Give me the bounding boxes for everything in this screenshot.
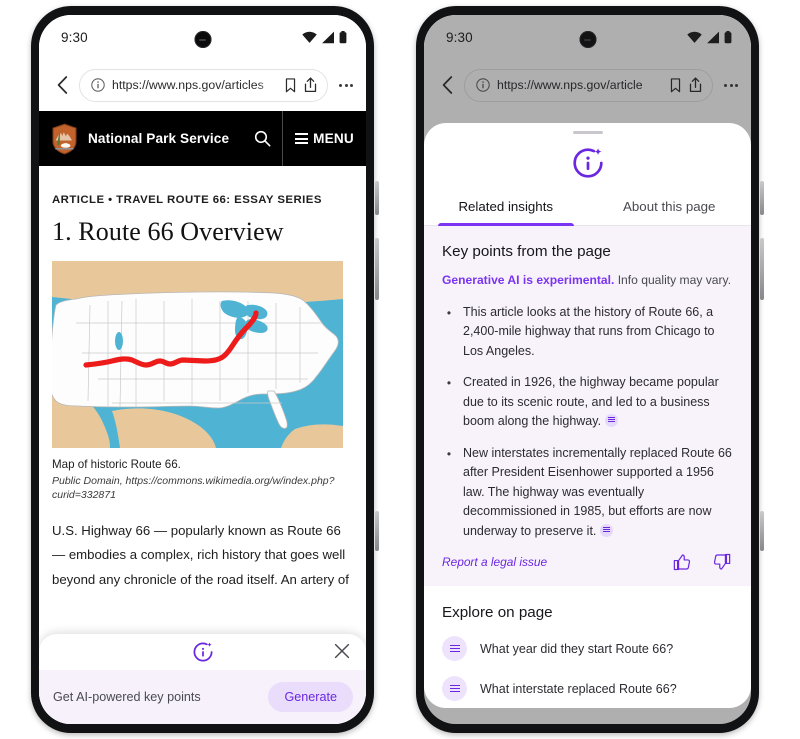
search-icon[interactable] [242, 130, 282, 147]
status-bar-left: 9:30 [39, 15, 366, 59]
nps-menu-label: MENU [313, 131, 354, 146]
explore-item-1[interactable]: What year did they start Route 66? [442, 636, 733, 662]
thumb-down-icon[interactable] [713, 553, 731, 571]
key-point-text: New interstates incrementally replaced R… [463, 445, 732, 538]
hamburger-icon [295, 133, 309, 144]
route-66-map-image [52, 261, 343, 448]
key-points-footer: Report a legal issue [442, 553, 733, 571]
screenshot-stage: 9:30 https://www.nps.gov/articles Nation… [0, 0, 800, 739]
status-clock: 9:30 [61, 29, 88, 45]
nps-arrowhead-logo [52, 123, 77, 154]
phone-right-button-power[interactable] [760, 238, 764, 300]
address-bar-url: https://www.nps.gov/articles [112, 78, 264, 92]
page-title: 1. Route 66 Overview [52, 217, 284, 246]
ai-insights-bottom-sheet: Related insights About this page Key poi… [424, 123, 751, 708]
sheet-scroll-area[interactable]: Key points from the page Generative AI i… [424, 226, 751, 708]
promo-label: Get AI-powered key points [53, 690, 201, 704]
feedback-controls [673, 553, 733, 571]
browser-toolbar-left: https://www.nps.gov/articles [39, 59, 366, 111]
explore-item-2[interactable]: What interstate replaced Route 66? [442, 676, 733, 702]
image-caption: Map of historic Route 66. [52, 458, 181, 471]
report-legal-issue-link[interactable]: Report a legal issue [442, 555, 547, 569]
back-icon[interactable] [51, 74, 73, 96]
wifi-icon [302, 31, 317, 43]
tab-related-insights[interactable]: Related insights [424, 199, 588, 227]
list-item: • This article looks at the history of R… [444, 303, 733, 362]
key-points-title: Key points from the page [442, 243, 611, 261]
source-badge-icon[interactable] [600, 523, 614, 537]
sheet-logo [424, 146, 751, 180]
bookmark-icon[interactable] [284, 77, 297, 93]
ai-disclaimer: Generative AI is experimental. Info qual… [442, 272, 733, 290]
nps-title: National Park Service [88, 131, 230, 146]
article-body-paragraph: U.S. Highway 66 — popularly known as Rou… [52, 522, 349, 587]
image-credit: Public Domain, https://commons.wikimedia… [52, 474, 335, 501]
phone-right-button-volume[interactable] [760, 511, 764, 551]
phone-right-button-mute[interactable] [760, 181, 764, 215]
tab-about-this-page[interactable]: About this page [588, 199, 752, 225]
share-icon[interactable] [304, 77, 317, 93]
bullet-dot: • [446, 446, 452, 461]
article-content: ARTICLE • TRAVEL ROUTE 66: ESSAY SERIES … [39, 194, 366, 593]
list-item: • Created in 1926, the highway became po… [444, 373, 733, 432]
explore-on-page-section: Explore on page What year did they start… [424, 586, 751, 708]
sheet-drag-handle[interactable] [572, 131, 603, 135]
page-lines-icon [442, 676, 467, 702]
source-badge-icon[interactable] [605, 414, 619, 428]
sheet-tabs: Related insights About this page [424, 199, 752, 227]
battery-icon [339, 30, 347, 43]
phone-left: 9:30 https://www.nps.gov/articles Nation… [28, 3, 379, 736]
list-item: • New interstates incrementally replaced… [444, 444, 733, 542]
info-icon[interactable] [91, 78, 105, 92]
phone-left-screen: 9:30 https://www.nps.gov/articles Nation… [39, 15, 366, 724]
nps-site-header: National Park Service MENU [39, 111, 366, 166]
promo-header [39, 634, 366, 670]
nps-brand[interactable]: National Park Service [39, 123, 242, 155]
ai-disclaimer-muted: Info quality may vary. [617, 273, 732, 288]
phone-left-button-mute[interactable] [375, 181, 379, 215]
page-lines-icon [442, 636, 467, 662]
ai-disclaimer-strong: Generative AI is experimental. [442, 273, 615, 288]
more-options-icon[interactable] [334, 83, 356, 87]
ai-insights-icon [193, 642, 212, 662]
close-icon[interactable] [334, 643, 352, 661]
phone-right-screen: 9:30 https://www.nps.gov/article Related… [424, 15, 751, 724]
nps-menu-button[interactable]: MENU [283, 111, 366, 166]
phone-right: 9:30 https://www.nps.gov/article Related… [413, 3, 764, 736]
ai-insights-icon [572, 148, 603, 178]
front-camera-punch-hole [194, 31, 211, 48]
explore-item-label: What year did they start Route 66? [480, 641, 674, 656]
phone-left-button-volume[interactable] [375, 511, 379, 551]
status-icons [302, 30, 347, 44]
address-bar[interactable]: https://www.nps.gov/articles [79, 68, 328, 102]
thumb-up-icon[interactable] [673, 553, 691, 571]
bullet-dot: • [446, 376, 452, 391]
key-point-text: This article looks at the history of Rou… [463, 304, 715, 358]
explore-item-label: What interstate replaced Route 66? [480, 681, 677, 696]
phone-left-button-power[interactable] [375, 238, 379, 300]
bullet-dot: • [446, 305, 452, 320]
generate-button[interactable]: Generate [268, 682, 353, 712]
ai-key-points-promo-sheet: Get AI-powered key points Generate [39, 634, 366, 724]
signal-icon [322, 31, 334, 43]
key-points-section: Key points from the page Generative AI i… [424, 226, 751, 587]
article-eyebrow: ARTICLE • TRAVEL ROUTE 66: ESSAY SERIES [52, 194, 322, 206]
promo-action-row: Get AI-powered key points Generate [39, 670, 366, 724]
key-points-list: • This article looks at the history of R… [442, 303, 733, 542]
key-point-text: Created in 1926, the highway became popu… [463, 375, 719, 429]
explore-title: Explore on page [442, 604, 553, 622]
